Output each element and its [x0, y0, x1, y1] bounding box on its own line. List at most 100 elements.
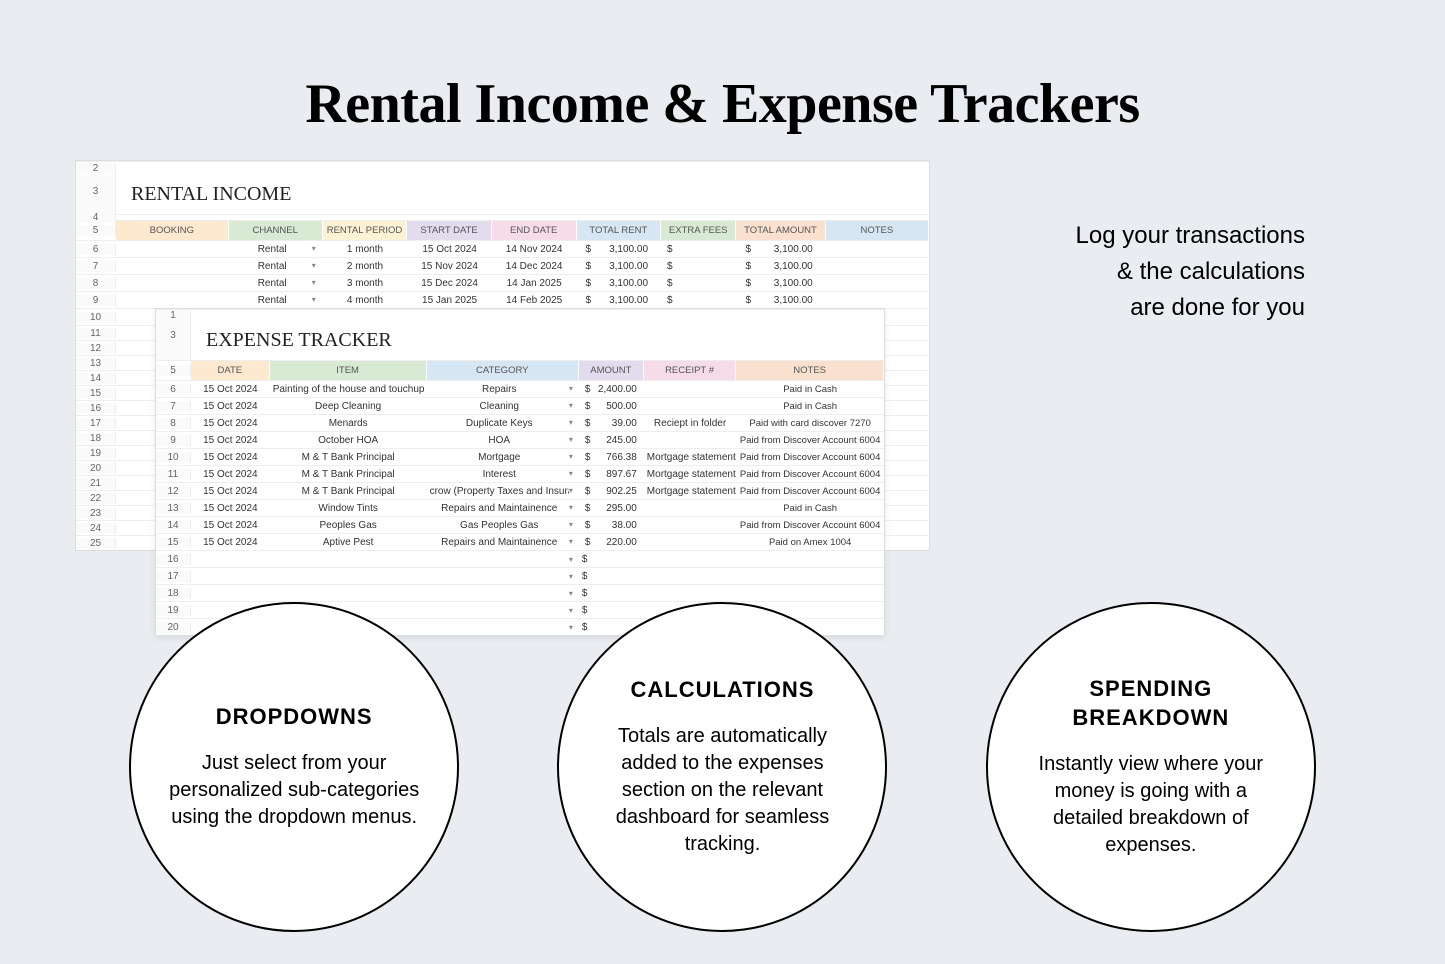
chevron-down-icon[interactable]: ▾ [569, 418, 576, 429]
cell-category[interactable]: Repairs and Maintainence▾ [427, 537, 579, 548]
cell-notes[interactable]: Paid in Cash [736, 503, 884, 514]
cell-period[interactable]: 2 month [323, 261, 408, 272]
cell-channel[interactable]: Rental▾ [229, 244, 323, 255]
cell-amount[interactable]: $897.67 [579, 469, 644, 480]
cell-amount[interactable]: $245.00 [579, 435, 644, 446]
cell-category[interactable]: Cleaning▾ [427, 401, 579, 412]
circle-body: Instantly view where your money is going… [1023, 751, 1279, 859]
cell-extra[interactable]: $ [661, 295, 736, 306]
circle-body: Just select from your personalized sub-c… [166, 750, 422, 831]
cell-start-date[interactable]: 15 Dec 2024 [407, 278, 492, 289]
cell-item[interactable]: Menards [270, 418, 427, 429]
chevron-down-icon[interactable]: ▾ [312, 295, 319, 306]
cell-start-date[interactable]: 15 Nov 2024 [407, 261, 492, 272]
cell-amount[interactable]: $38.00 [579, 520, 644, 531]
cell-date[interactable]: 15 Oct 2024 [191, 435, 270, 446]
cell-category[interactable]: crow (Property Taxes and Insuranc▾ [427, 486, 579, 497]
cell-item[interactable]: October HOA [270, 435, 427, 446]
cell-item[interactable]: Aptive Pest [270, 537, 427, 548]
cell-amount[interactable]: $500.00 [579, 401, 644, 412]
cell-rent[interactable]: $3,100.00 [576, 295, 661, 306]
chevron-down-icon[interactable]: ▾ [569, 572, 576, 581]
cell-notes[interactable]: Paid with card discover 7270 [736, 418, 884, 429]
cell-amount[interactable]: $766.38 [579, 452, 644, 463]
cell-notes[interactable]: Paid from Discover Account 6004 [736, 520, 884, 531]
cell-item[interactable]: Deep Cleaning [270, 401, 427, 412]
cell-period[interactable]: 3 month [323, 278, 408, 289]
chevron-down-icon[interactable]: ▾ [569, 520, 576, 531]
cell-receipt[interactable]: Mortgage statement [644, 452, 737, 463]
chevron-down-icon[interactable]: ▾ [569, 469, 576, 480]
cell-date[interactable]: 15 Oct 2024 [191, 520, 270, 531]
cell-date[interactable]: 15 Oct 2024 [191, 537, 270, 548]
cell-category[interactable]: Repairs and Maintainence▾ [427, 503, 579, 514]
cell-notes[interactable]: Paid from Discover Account 6004 [736, 452, 884, 463]
cell-notes[interactable]: Paid in Cash [736, 401, 884, 412]
cell-end-date[interactable]: 14 Nov 2024 [492, 244, 577, 255]
cell-date[interactable]: 15 Oct 2024 [191, 384, 270, 395]
cell-extra[interactable]: $ [661, 244, 736, 255]
cell-category[interactable]: Repairs▾ [427, 384, 579, 395]
chevron-down-icon[interactable]: ▾ [312, 278, 319, 289]
cell-extra[interactable]: $ [661, 261, 736, 272]
cell-channel[interactable]: Rental▾ [229, 278, 323, 289]
cell-extra[interactable]: $ [661, 278, 736, 289]
chevron-down-icon[interactable]: ▾ [569, 555, 576, 564]
cell-amount[interactable]: $220.00 [579, 537, 644, 548]
cell-end-date[interactable]: 14 Dec 2024 [492, 261, 577, 272]
row-number: 14 [76, 373, 116, 384]
cell-rent[interactable]: $3,100.00 [576, 244, 661, 255]
cell-amount[interactable]: $902.25 [579, 486, 644, 497]
cell-item[interactable]: Painting of the house and touchup [270, 384, 427, 395]
cell-date[interactable]: 15 Oct 2024 [191, 452, 270, 463]
chevron-down-icon[interactable]: ▾ [312, 261, 319, 272]
cell-receipt[interactable]: Mortgage statement [644, 469, 737, 480]
cell-notes[interactable]: Paid on Amex 1004 [736, 537, 884, 548]
cell-start-date[interactable]: 15 Jan 2025 [407, 295, 492, 306]
cell-notes[interactable]: Paid from Discover Account 6004 [736, 469, 884, 480]
chevron-down-icon[interactable]: ▾ [569, 486, 576, 497]
cell-item[interactable]: Peoples Gas [270, 520, 427, 531]
cell-category[interactable]: Gas Peoples Gas▾ [427, 520, 579, 531]
cell-category[interactable]: HOA▾ [427, 435, 579, 446]
cell-channel[interactable]: Rental▾ [229, 261, 323, 272]
income-header-row: 5 BOOKING CHANNEL RENTAL PERIOD START DA… [76, 220, 929, 240]
cell-amount[interactable]: $2,400.00 [579, 384, 644, 395]
cell-start-date[interactable]: 15 Oct 2024 [407, 244, 492, 255]
chevron-down-icon[interactable]: ▾ [569, 452, 576, 463]
cell-category[interactable]: Duplicate Keys▾ [427, 418, 579, 429]
chevron-down-icon[interactable]: ▾ [569, 537, 576, 548]
cell-end-date[interactable]: 14 Feb 2025 [492, 295, 577, 306]
cell-date[interactable]: 15 Oct 2024 [191, 469, 270, 480]
cell-item[interactable]: M & T Bank Principal [270, 452, 427, 463]
cell-item[interactable]: M & T Bank Principal [270, 486, 427, 497]
chevron-down-icon[interactable]: ▾ [569, 384, 576, 395]
cell-period[interactable]: 4 month [323, 295, 408, 306]
cell-date[interactable]: 15 Oct 2024 [191, 401, 270, 412]
cell-amount[interactable]: $295.00 [579, 503, 644, 514]
cell-notes[interactable]: Paid in Cash [736, 384, 884, 395]
cell-rent[interactable]: $3,100.00 [576, 261, 661, 272]
cell-rent[interactable]: $3,100.00 [576, 278, 661, 289]
cell-item[interactable]: Window Tints [270, 503, 427, 514]
cell-amount[interactable]: $39.00 [579, 418, 644, 429]
cell-receipt[interactable]: Mortgage statement [644, 486, 737, 497]
cell-channel[interactable]: Rental▾ [229, 295, 323, 306]
cell-receipt[interactable]: Reciept in folder [644, 418, 737, 429]
chevron-down-icon[interactable]: ▾ [569, 435, 576, 446]
cell-category[interactable]: Interest▾ [427, 469, 579, 480]
chevron-down-icon[interactable]: ▾ [569, 503, 576, 514]
cell-item[interactable]: M & T Bank Principal [270, 469, 427, 480]
chevron-down-icon[interactable]: ▾ [569, 401, 576, 412]
chevron-down-icon[interactable]: ▾ [569, 589, 576, 598]
cell-date[interactable]: 15 Oct 2024 [191, 486, 270, 497]
cell-date[interactable]: 15 Oct 2024 [191, 418, 270, 429]
cell-end-date[interactable]: 14 Jan 2025 [492, 278, 577, 289]
cell-date[interactable]: 15 Oct 2024 [191, 503, 270, 514]
cell-category[interactable]: Mortgage▾ [427, 452, 579, 463]
cell-notes[interactable]: Paid from Discover Account 6004 [736, 435, 884, 446]
cell-period[interactable]: 1 month [323, 244, 408, 255]
chevron-down-icon[interactable]: ▾ [312, 244, 319, 255]
cell-notes[interactable]: Paid from Discover Account 6004 [736, 486, 884, 497]
blank-row: 16▾$ [156, 550, 884, 567]
